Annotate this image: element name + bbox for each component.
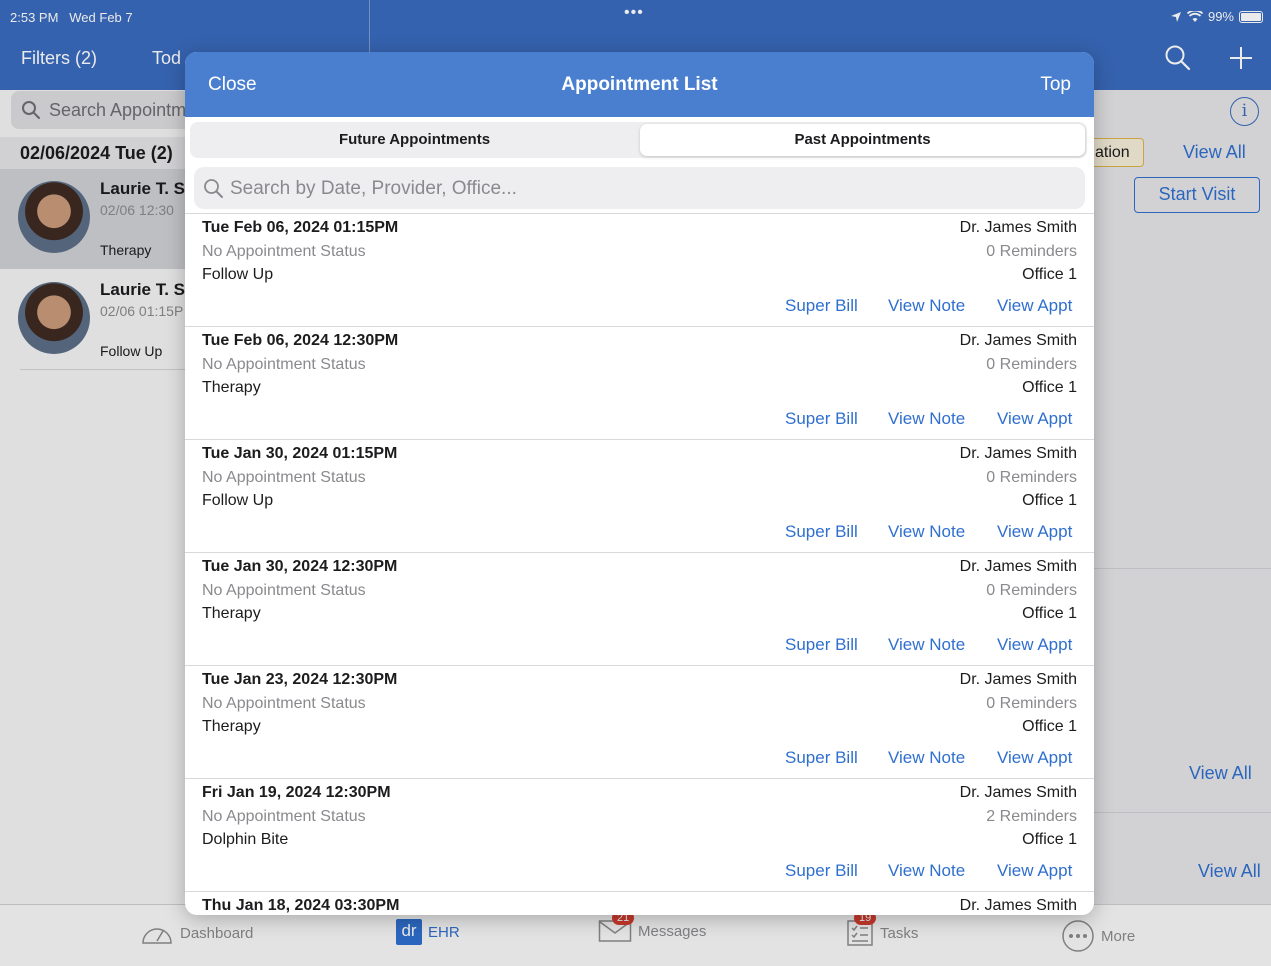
appointment-status: No Appointment Status: [202, 243, 366, 260]
office-name: Office 1: [1022, 492, 1077, 509]
appointment-datetime: Tue Feb 06, 2024 01:15PM: [202, 219, 399, 236]
appointment-datetime: Tue Feb 06, 2024 12:30PM: [202, 332, 399, 349]
view-note-link[interactable]: View Note: [888, 748, 965, 768]
segmented-control: Future Appointments Past Appointments: [190, 122, 1087, 158]
reminders-count: 2 Reminders: [986, 808, 1077, 825]
appointment-status: No Appointment Status: [202, 695, 366, 712]
appointment-status: No Appointment Status: [202, 356, 366, 373]
view-note-link[interactable]: View Note: [888, 409, 965, 429]
super-bill-link[interactable]: Super Bill: [785, 296, 858, 316]
appointment-datetime: Fri Jan 19, 2024 12:30PM: [202, 784, 391, 801]
reminders-count: 0 Reminders: [986, 695, 1077, 712]
appointment-type: Therapy: [202, 379, 261, 396]
search-icon: [204, 179, 223, 198]
modal-header: Close Appointment List Top: [185, 52, 1094, 117]
appointment-datetime: Thu Jan 18, 2024 03:30PM: [202, 897, 400, 914]
appointment-type: Dolphin Bite: [202, 831, 289, 848]
view-note-link[interactable]: View Note: [888, 522, 965, 542]
provider-name: Dr. James Smith: [959, 671, 1077, 688]
appointment-row: Tue Jan 30, 2024 12:30PM No Appointment …: [185, 553, 1094, 666]
view-note-link[interactable]: View Note: [888, 861, 965, 881]
view-appt-link[interactable]: View Appt: [997, 409, 1072, 429]
appointment-list-modal: Close Appointment List Top Future Appoin…: [185, 52, 1094, 915]
super-bill-link[interactable]: Super Bill: [785, 635, 858, 655]
appointment-row: Thu Jan 18, 2024 03:30PM Dr. James Smith: [185, 892, 1094, 915]
appointment-status: No Appointment Status: [202, 582, 366, 599]
office-name: Office 1: [1022, 718, 1077, 735]
provider-name: Dr. James Smith: [959, 332, 1077, 349]
provider-name: Dr. James Smith: [959, 558, 1077, 575]
view-note-link[interactable]: View Note: [888, 635, 965, 655]
super-bill-link[interactable]: Super Bill: [785, 861, 858, 881]
segment-future-appointments[interactable]: Future Appointments: [192, 124, 637, 156]
reminders-count: 0 Reminders: [986, 469, 1077, 486]
view-appt-link[interactable]: View Appt: [997, 861, 1072, 881]
provider-name: Dr. James Smith: [959, 219, 1077, 236]
modal-title: Appointment List: [561, 74, 718, 95]
super-bill-link[interactable]: Super Bill: [785, 409, 858, 429]
office-name: Office 1: [1022, 831, 1077, 848]
provider-name: Dr. James Smith: [959, 897, 1077, 914]
view-appt-link[interactable]: View Appt: [997, 522, 1072, 542]
super-bill-link[interactable]: Super Bill: [785, 522, 858, 542]
appointment-row: Tue Feb 06, 2024 12:30PM No Appointment …: [185, 327, 1094, 440]
appointment-row: Fri Jan 19, 2024 12:30PM No Appointment …: [185, 779, 1094, 892]
reminders-count: 0 Reminders: [986, 356, 1077, 373]
reminders-count: 0 Reminders: [986, 243, 1077, 260]
office-name: Office 1: [1022, 379, 1077, 396]
appointment-row: Tue Jan 23, 2024 12:30PM No Appointment …: [185, 666, 1094, 779]
provider-name: Dr. James Smith: [959, 784, 1077, 801]
appointment-type: Follow Up: [202, 266, 274, 283]
appointment-type: Follow Up: [202, 492, 274, 509]
view-appt-link[interactable]: View Appt: [997, 296, 1072, 316]
appointment-search-input[interactable]: Search by Date, Provider, Office...: [194, 167, 1085, 209]
provider-name: Dr. James Smith: [959, 445, 1077, 462]
appointment-type: Therapy: [202, 718, 261, 735]
view-appt-link[interactable]: View Appt: [997, 635, 1072, 655]
appointment-status: No Appointment Status: [202, 808, 366, 825]
appointment-type: Therapy: [202, 605, 261, 622]
segment-past-appointments[interactable]: Past Appointments: [640, 124, 1085, 156]
appointment-datetime: Tue Jan 30, 2024 01:15PM: [202, 445, 398, 462]
top-button[interactable]: Top: [1040, 74, 1071, 96]
view-appt-link[interactable]: View Appt: [997, 748, 1072, 768]
appointment-datetime: Tue Jan 30, 2024 12:30PM: [202, 558, 398, 575]
appointment-status: No Appointment Status: [202, 469, 366, 486]
appointment-row: Tue Feb 06, 2024 01:15PM No Appointment …: [185, 214, 1094, 327]
appointment-row: Tue Jan 30, 2024 01:15PM No Appointment …: [185, 440, 1094, 553]
super-bill-link[interactable]: Super Bill: [785, 748, 858, 768]
office-name: Office 1: [1022, 266, 1077, 283]
search-placeholder: Search by Date, Provider, Office...: [230, 178, 517, 199]
view-note-link[interactable]: View Note: [888, 296, 965, 316]
office-name: Office 1: [1022, 605, 1077, 622]
appointment-datetime: Tue Jan 23, 2024 12:30PM: [202, 671, 398, 688]
reminders-count: 0 Reminders: [986, 582, 1077, 599]
